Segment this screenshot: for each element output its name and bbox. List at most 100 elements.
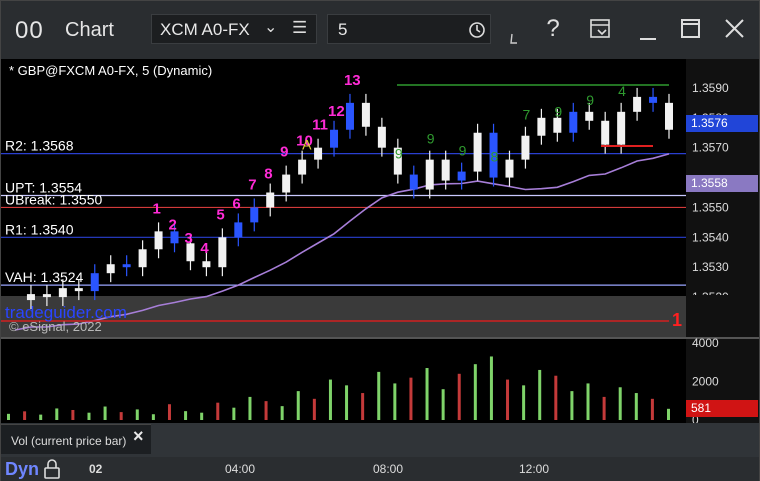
candle-body — [585, 111, 594, 121]
volume-bar — [425, 368, 429, 420]
candle-body — [345, 102, 354, 130]
interval-selector[interactable]: 5 — [327, 14, 491, 44]
marker-a: A — [302, 137, 312, 153]
volume-current-badge: 581 — [686, 400, 758, 417]
time-label-0800: 08:00 — [373, 462, 404, 476]
volume-bar — [55, 408, 59, 420]
candle-body — [106, 264, 115, 274]
count-label: 2 — [169, 216, 177, 233]
volume-bar — [71, 409, 75, 420]
last-price-value: 1.3576 — [691, 116, 728, 130]
link-icon[interactable] — [509, 33, 519, 45]
candle-body — [377, 126, 386, 148]
time-label-02: 02 — [89, 462, 103, 476]
volume-bar — [586, 383, 590, 420]
time-label-1200: 12:00 — [519, 462, 550, 476]
title-bar: 00 Chart XCM A0-FX ⌄ ☰ 5 ? — [1, 1, 759, 59]
candle-body — [473, 132, 482, 172]
volume-bar — [409, 377, 413, 420]
volume-bar — [634, 393, 638, 420]
count-label: 9 — [459, 143, 467, 159]
copyright-text: © eSignal, 2022 — [9, 319, 102, 334]
volume-bar — [457, 373, 461, 420]
volume-bar — [312, 398, 316, 420]
chart-title: * GBP@FXCM A0-FX, 5 (Dynamic) — [9, 63, 213, 78]
volume-bar — [441, 389, 445, 420]
volume-study-tab[interactable]: Vol (current price bar) × — [1, 424, 151, 454]
count-label: 9 — [395, 146, 403, 162]
red-marker-badge: 1 — [672, 295, 759, 337]
candle-body — [314, 147, 323, 160]
volume-bar — [184, 411, 188, 420]
close-icon[interactable] — [723, 17, 747, 41]
hamburger-icon[interactable]: ☰ — [292, 18, 307, 38]
candle-body — [649, 96, 658, 103]
volume-bar — [232, 407, 236, 420]
candle-body — [154, 231, 163, 250]
clock-icon[interactable] — [468, 21, 486, 39]
help-icon[interactable]: ? — [541, 15, 565, 43]
candle-body — [665, 102, 673, 130]
price-tick-label: 1.3590 — [692, 81, 729, 95]
volume-bar — [377, 371, 381, 420]
volume-bar — [602, 396, 606, 420]
candle-body — [74, 288, 83, 292]
candle-body — [42, 294, 51, 298]
volume-bar — [554, 375, 558, 420]
chevron-down-icon[interactable]: ⌄ — [264, 17, 277, 37]
symbol-selector[interactable]: XCM A0-FX ⌄ ☰ — [151, 14, 317, 44]
volume-tick-label: 4000 — [692, 336, 719, 350]
time-label-0400: 04:00 — [225, 462, 256, 476]
candle-body — [633, 96, 642, 112]
ma-price-badge: 1.3558 — [686, 175, 758, 192]
layout-icon[interactable] — [589, 17, 613, 41]
volume-bar — [216, 402, 220, 420]
count-label: 9 — [280, 144, 288, 161]
candle-body — [457, 171, 466, 181]
symbol-value: XCM A0-FX — [160, 20, 250, 39]
maximize-icon[interactable] — [679, 17, 703, 41]
count-label: 7 — [248, 176, 256, 193]
candle-body — [537, 117, 546, 136]
price-chart[interactable]: 1.35901.35801.35701.35501.35401.35301.35… — [1, 59, 759, 457]
window-title: Chart — [65, 19, 114, 41]
volume-bar — [39, 414, 43, 420]
count-label: 9 — [554, 104, 562, 120]
candle-body — [122, 264, 131, 268]
price-tick-label: 1.3540 — [692, 230, 729, 244]
candle-body — [425, 159, 434, 190]
volume-bar — [473, 364, 477, 420]
candle-body — [441, 159, 450, 181]
volume-bar — [280, 406, 284, 420]
count-label: 7 — [522, 107, 530, 123]
candle-body — [505, 159, 514, 178]
candle-body — [218, 237, 227, 268]
volume-bar — [23, 411, 27, 420]
volume-bar — [393, 383, 397, 420]
volume-tick-label: 2000 — [692, 375, 719, 389]
volume-bar — [489, 356, 493, 420]
close-study-icon[interactable]: × — [133, 426, 144, 447]
volume-bar — [345, 385, 349, 420]
candle-body — [601, 120, 610, 145]
volume-bar — [135, 409, 139, 420]
count-label: 9 — [427, 131, 435, 147]
count-label: 13 — [344, 72, 361, 89]
volume-bar — [296, 391, 300, 420]
candle-body — [361, 102, 370, 127]
count-label: 6 — [232, 195, 240, 212]
volume-bar — [618, 387, 622, 420]
chart-window: 00 Chart XCM A0-FX ⌄ ☰ 5 ? 1.3590 1.3570… — [0, 0, 760, 481]
candle-body — [282, 174, 291, 193]
volume-bar — [87, 412, 91, 420]
candle-body — [266, 192, 275, 208]
interval-value: 5 — [338, 20, 348, 39]
volume-bar — [119, 412, 123, 420]
lock-icon[interactable] — [43, 459, 61, 479]
ma-price-value: 1.3558 — [691, 176, 728, 190]
candle-body — [409, 174, 418, 190]
candle-body — [202, 261, 211, 268]
volume-current-value: 581 — [691, 401, 712, 415]
minimize-icon[interactable] — [637, 21, 659, 43]
dynamic-mode-label[interactable]: Dyn — [5, 459, 39, 480]
